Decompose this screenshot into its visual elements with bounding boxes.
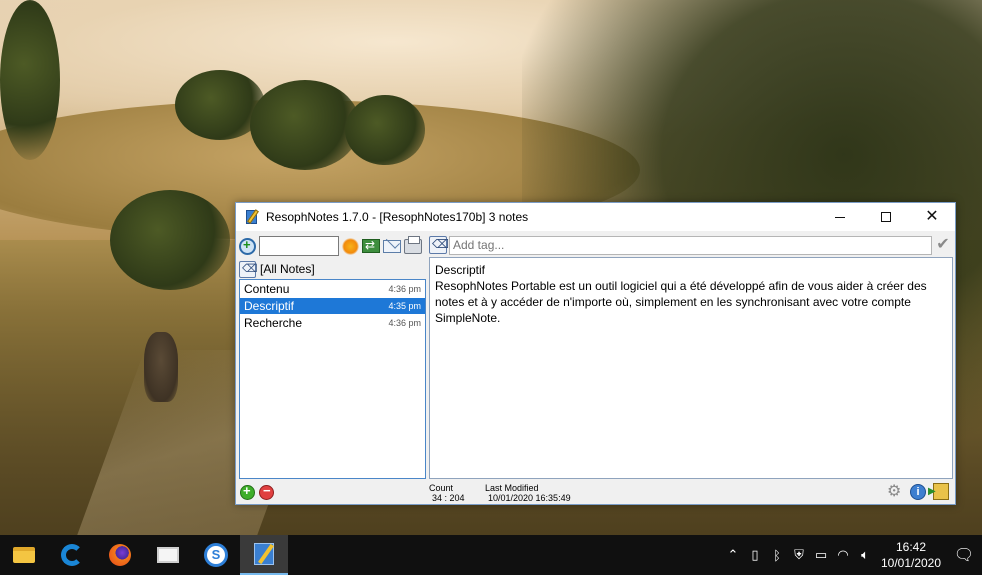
last-modified-value: 10/01/2020 16:35:49 — [488, 493, 571, 503]
count-label: Count — [429, 483, 454, 493]
edge-icon — [61, 544, 83, 566]
taskbar-monitor-app[interactable] — [144, 535, 192, 575]
wallpaper-tree — [345, 95, 425, 165]
maximize-icon — [881, 212, 891, 222]
battery-icon[interactable]: ▭ — [810, 547, 832, 563]
sun-icon[interactable] — [342, 237, 359, 255]
note-title: Contenu — [244, 282, 290, 296]
clock-date: 10/01/2020 — [880, 556, 942, 570]
wallpaper-dog — [144, 332, 178, 402]
window-title: ResophNotes 1.7.0 - [ResophNotes170b] 3 … — [266, 210, 529, 224]
minimize-button[interactable] — [817, 203, 863, 231]
close-button[interactable]: ✕ — [909, 203, 955, 231]
taskbar-firefox[interactable] — [96, 535, 144, 575]
volume-icon[interactable]: 🔈︎ — [854, 547, 876, 563]
wallpaper-tree — [110, 190, 230, 290]
checkmark-icon[interactable]: ✔ — [934, 236, 952, 254]
zoom-plus-icon[interactable] — [239, 237, 256, 255]
tag-icon[interactable] — [429, 236, 449, 254]
note-heading: Descriptif — [435, 263, 486, 277]
monitor-icon — [157, 547, 179, 563]
folder-icon — [13, 547, 35, 563]
system-tray: ⌃ ▯ ᛒ ⛨ ▭ ◠ 🔈︎ 16:42 10/01/2020 🗨︎ — [722, 535, 982, 575]
s-app-icon: S — [204, 543, 228, 567]
count-value: 34 : 204 — [432, 493, 465, 503]
resophnotes-taskbar-icon — [254, 543, 274, 565]
note-body: ResophNotes Portable est un outil logici… — [435, 279, 927, 325]
notebook-label: [All Notes] — [260, 262, 315, 276]
close-icon: ✕ — [925, 208, 939, 225]
note-title: Recherche — [244, 316, 303, 330]
list-item[interactable]: Recherche 4:36 pm — [240, 315, 425, 331]
sync-icon[interactable] — [362, 238, 380, 253]
taskbar-s-app[interactable]: S — [192, 535, 240, 575]
taskbar-file-explorer[interactable] — [0, 535, 48, 575]
bluetooth-icon[interactable]: ᛒ — [766, 548, 788, 563]
app-window: ResophNotes 1.7.0 - [ResophNotes170b] 3 … — [235, 202, 956, 505]
note-time: 4:35 pm — [388, 301, 421, 311]
taskbar-clock[interactable]: 16:42 10/01/2020 — [876, 539, 946, 571]
resophnotes-app-icon — [244, 209, 260, 225]
last-modified-label: Last Modified — [485, 483, 539, 493]
search-input[interactable] — [259, 236, 339, 256]
add-tag-input[interactable] — [449, 235, 932, 255]
list-item[interactable]: Descriptif 4:35 pm — [240, 298, 425, 314]
note-time: 4:36 pm — [388, 318, 421, 328]
mail-icon[interactable] — [383, 239, 401, 253]
delete-note-button[interactable] — [259, 483, 274, 500]
minimize-icon — [835, 216, 845, 218]
usb-icon[interactable]: ▯ — [744, 547, 766, 563]
list-item[interactable]: Contenu 4:36 pm — [240, 281, 425, 297]
tag-filter-icon[interactable] — [239, 260, 258, 278]
wallpaper-tree — [0, 0, 60, 160]
taskbar: S ⌃ ▯ ᛒ ⛨ ▭ ◠ 🔈︎ 16:42 10/01/2020 🗨︎ — [0, 535, 982, 575]
left-toolbar — [239, 235, 427, 257]
firefox-icon — [109, 544, 131, 566]
notebook-selector[interactable]: [All Notes] — [239, 259, 427, 279]
print-icon[interactable] — [404, 235, 422, 254]
notification-icon[interactable]: 🗨︎ — [946, 545, 982, 565]
info-icon[interactable]: i — [910, 484, 926, 500]
clock-time: 16:42 — [895, 540, 927, 554]
add-note-button[interactable] — [240, 483, 255, 500]
taskbar-edge[interactable] — [48, 535, 96, 575]
settings-gear-icon[interactable]: ⚙ — [887, 484, 903, 500]
note-editor[interactable]: Descriptif ResophNotes Portable est un o… — [429, 257, 953, 479]
tag-bar: ✔ — [429, 235, 952, 255]
wallpaper-tree — [250, 80, 360, 170]
taskbar-resophnotes[interactable] — [240, 535, 288, 575]
note-list[interactable]: Contenu 4:36 pm Descriptif 4:35 pm Reche… — [239, 279, 426, 479]
window-titlebar[interactable]: ResophNotes 1.7.0 - [ResophNotes170b] 3 … — [236, 203, 955, 231]
shield-icon[interactable]: ⛨ — [788, 547, 810, 563]
wifi-icon[interactable]: ◠ — [832, 547, 854, 563]
exit-icon[interactable] — [928, 483, 949, 500]
note-title: Descriptif — [244, 299, 295, 313]
note-time: 4:36 pm — [388, 284, 421, 294]
maximize-button[interactable] — [863, 203, 909, 231]
chevron-up-icon[interactable]: ⌃ — [722, 547, 744, 563]
